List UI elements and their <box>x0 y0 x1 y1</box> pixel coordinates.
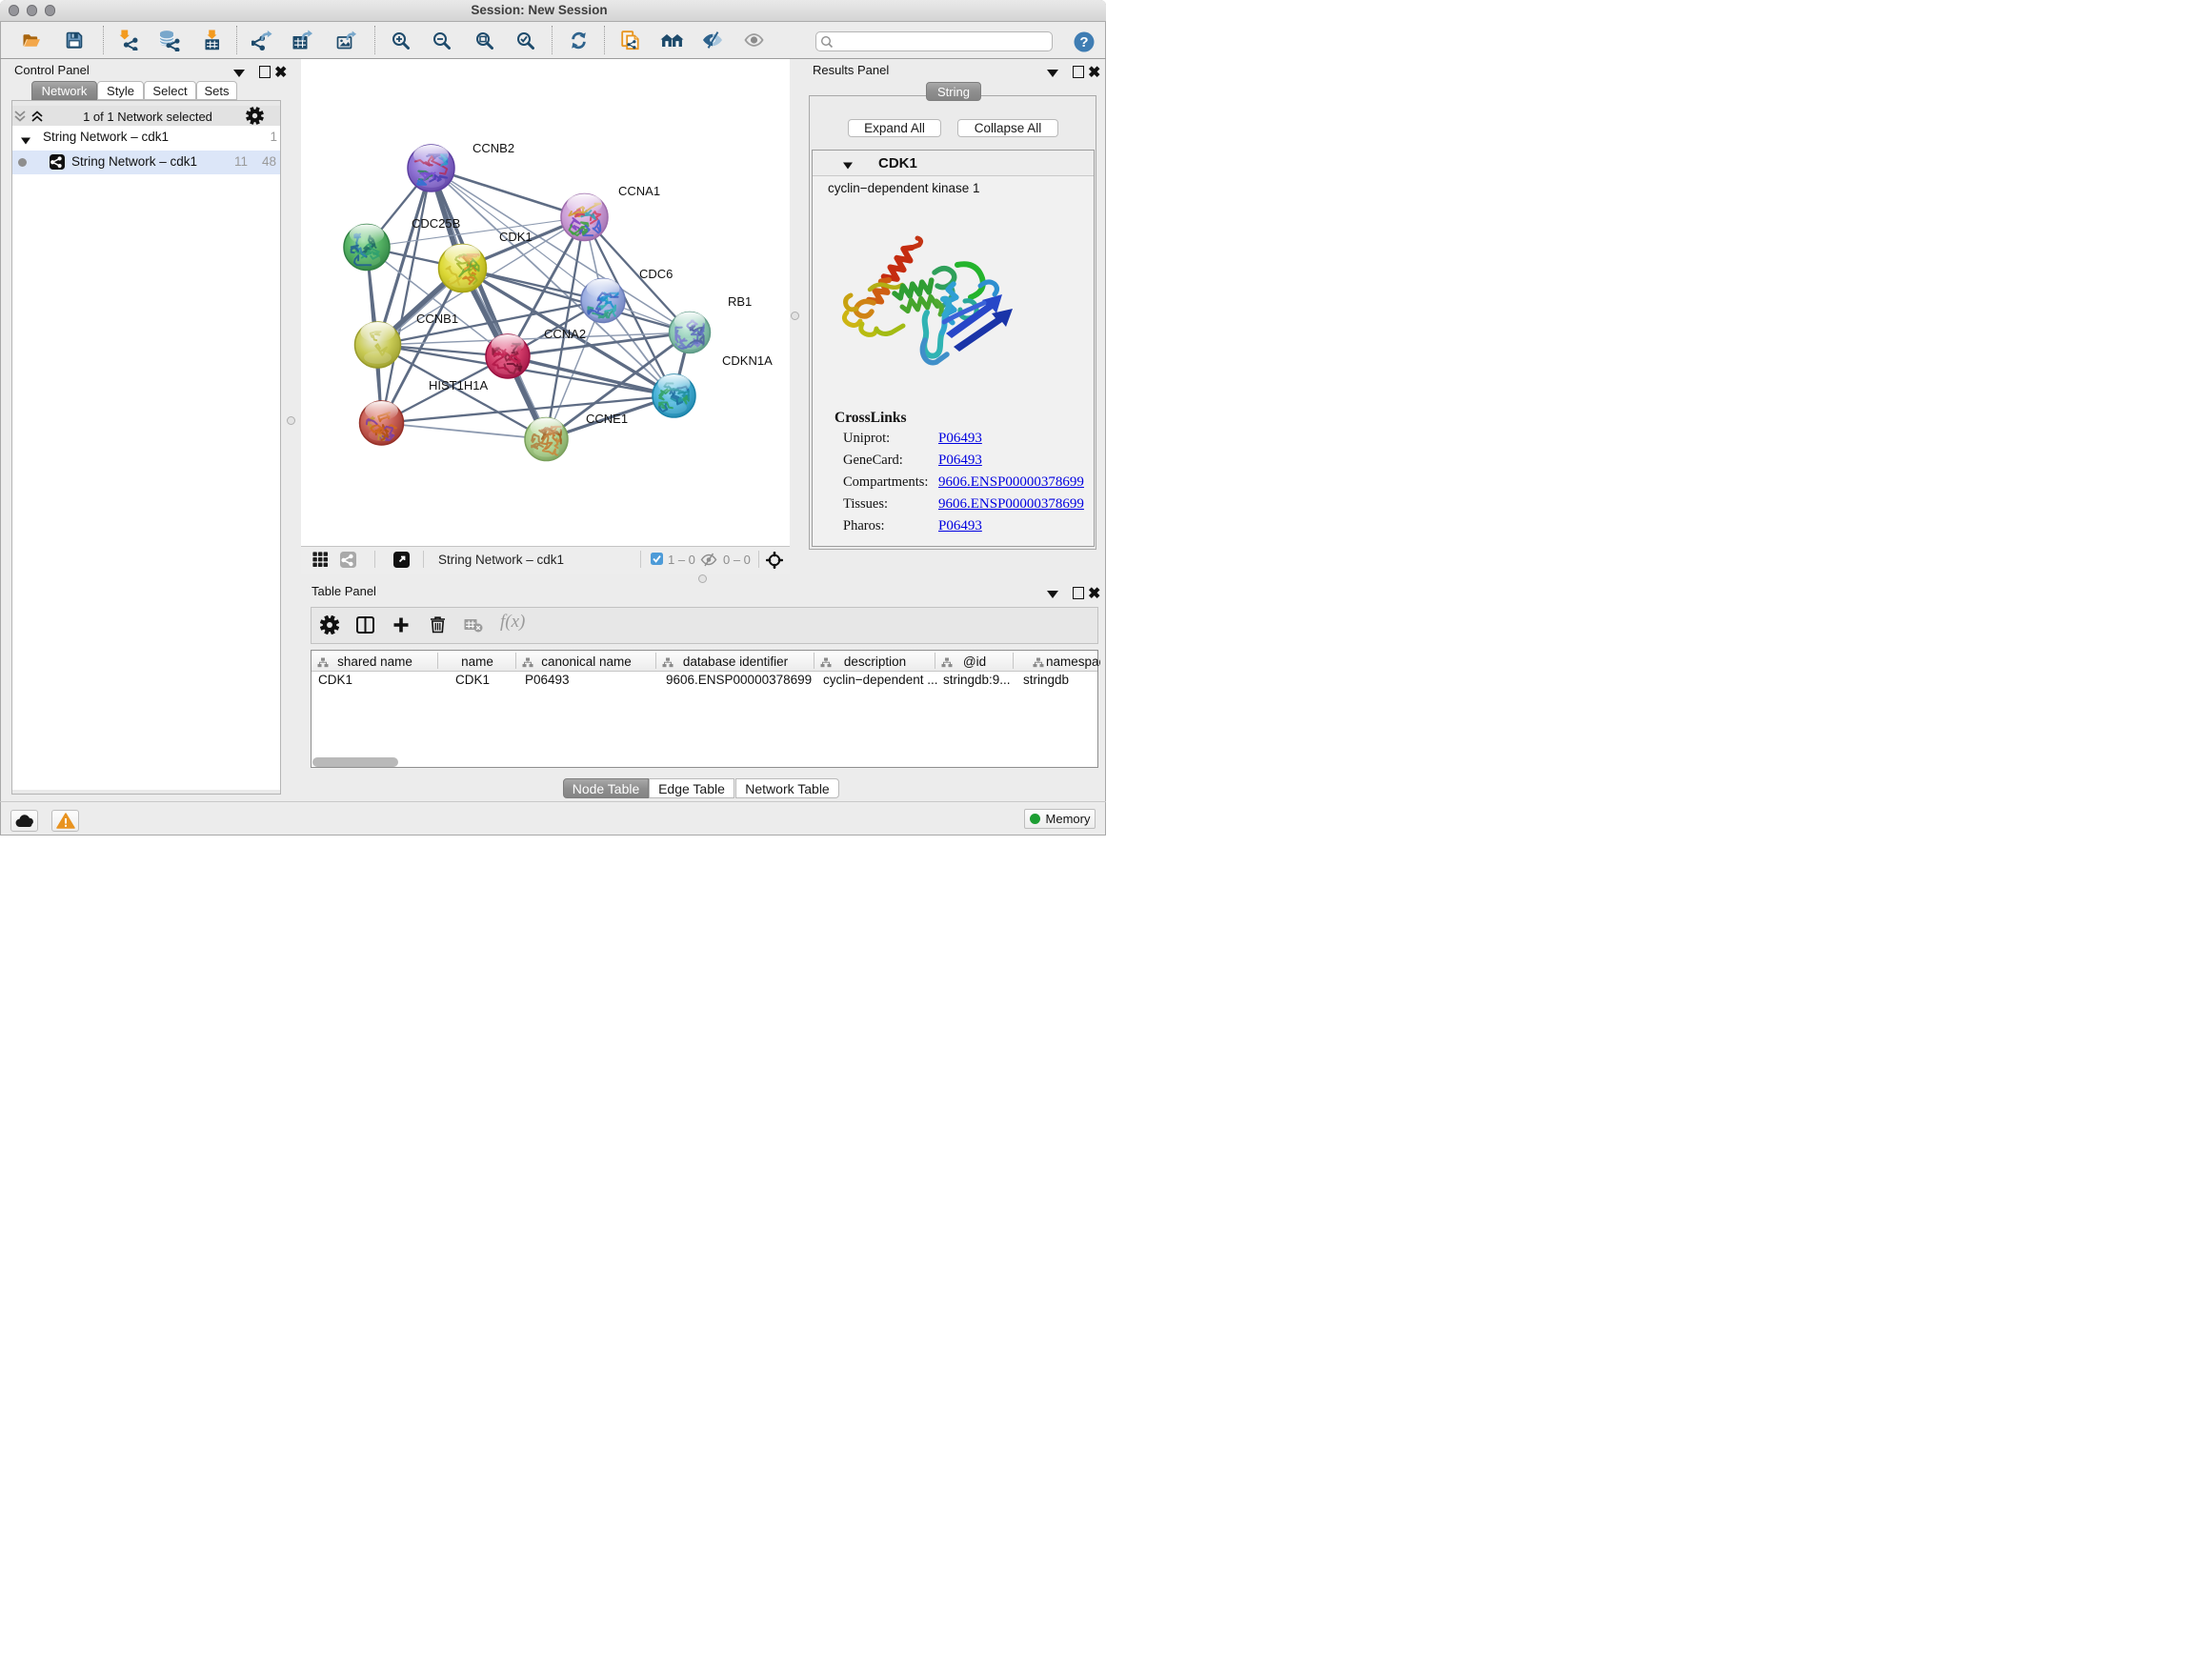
svg-text:CDK1: CDK1 <box>499 230 533 244</box>
svg-text:CCNA1: CCNA1 <box>618 184 660 198</box>
svg-text:HIST1H1A: HIST1H1A <box>429 378 488 393</box>
svg-text:CCNB2: CCNB2 <box>473 141 514 155</box>
svg-text:CCNB1: CCNB1 <box>416 312 458 326</box>
svg-text:?: ? <box>1079 34 1088 50</box>
svg-text:CDKN1A: CDKN1A <box>722 353 773 368</box>
svg-text:CDC6: CDC6 <box>639 267 673 281</box>
svg-text:CDC25B: CDC25B <box>412 216 460 231</box>
svg-text:RB1: RB1 <box>728 294 752 309</box>
svg-text:CCNA2: CCNA2 <box>544 327 586 341</box>
svg-text:CCNE1: CCNE1 <box>586 412 628 426</box>
